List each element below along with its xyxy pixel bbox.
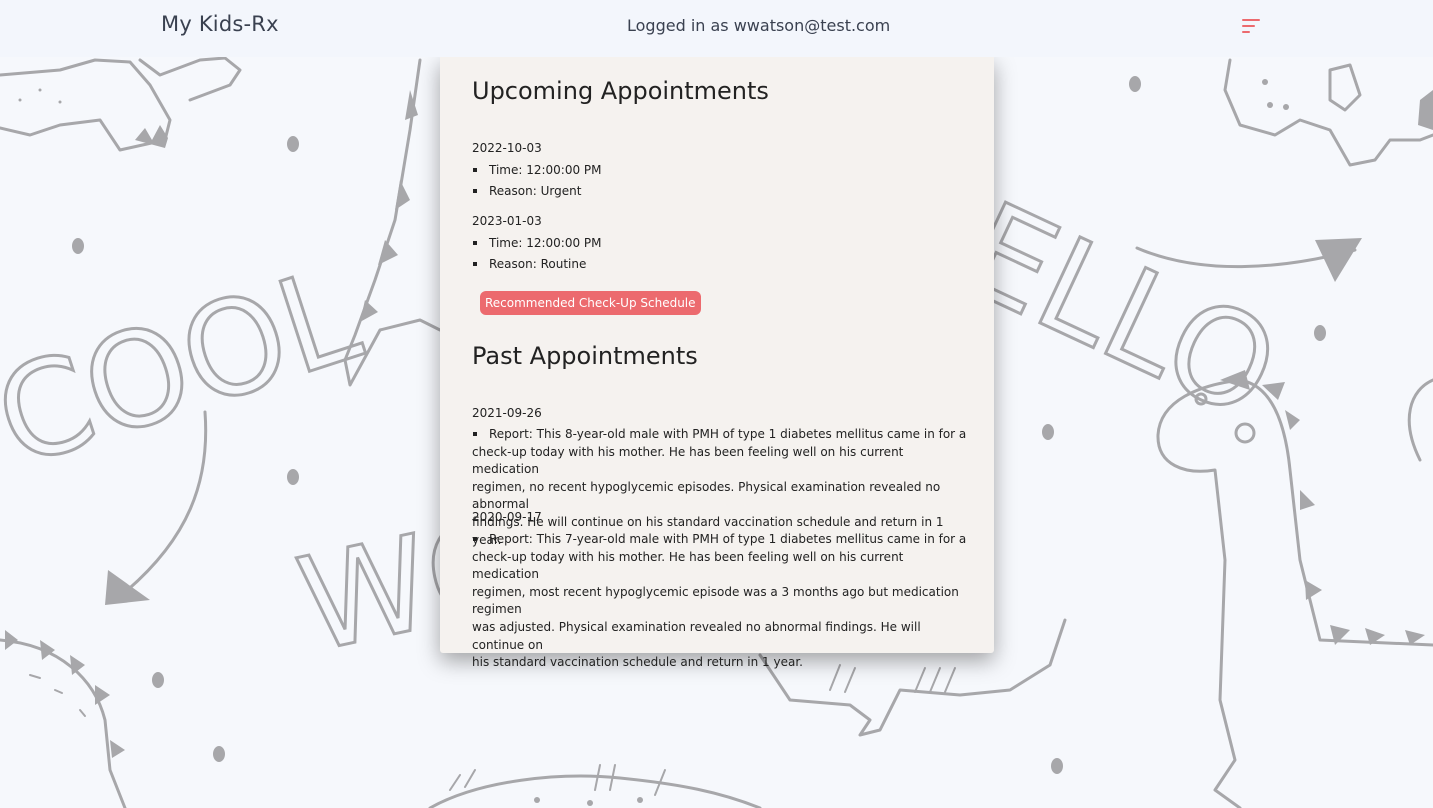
app-brand[interactable]: My Kids-Rx [161,12,279,36]
report-line: regimen, most recent hypoglycemic episod… [472,584,959,617]
report-line: Report: This 8-year-old male with PMH of… [472,426,967,444]
bullet-icon [473,188,477,193]
report-line: Report: This 7-year-old male with PMH of… [472,531,967,549]
appointment-reason-text: Reason: Routine [489,257,587,271]
menu-icon-line [1242,25,1255,27]
bullet-icon [473,240,477,245]
appointment-report: Report: This 7-year-old male with PMH of… [472,531,967,672]
appointment-reason-text: Reason: Urgent [489,184,582,198]
appointment-date: 2021-09-26 [472,406,542,420]
bullet-icon [473,167,477,172]
report-line: check-up today with his mother. He has b… [472,549,904,582]
appointment-reason: Reason: Urgent [472,183,967,201]
appointment-date: 2022-10-03 [472,141,542,155]
appointment-time: Time: 12:00:00 PM [472,235,967,253]
menu-icon-line [1242,19,1260,21]
appointment-date: 2020-09-17 [472,510,542,524]
appointment-time-text: Time: 12:00:00 PM [489,236,602,250]
appointment-reason: Reason: Routine [472,256,967,274]
bullet-icon [473,261,477,266]
menu-icon[interactable] [1238,16,1264,38]
top-navbar: My Kids-Rx Logged in as wwatson@test.com [0,0,1433,57]
appointment-time-text: Time: 12:00:00 PM [489,163,602,177]
background-cool-text: COOL [0,238,376,496]
bullet-icon [473,431,477,436]
upcoming-appointments-title: Upcoming Appointments [472,77,769,105]
bullet-icon [473,536,477,541]
report-line: check-up today with his mother. He has b… [472,444,904,477]
past-appointments-title: Past Appointments [472,342,698,370]
appointment-time: Time: 12:00:00 PM [472,162,967,180]
appointment-date: 2023-01-03 [472,214,542,228]
recommended-checkup-schedule-button[interactable]: Recommended Check-Up Schedule [480,291,701,315]
login-status: Logged in as wwatson@test.com [627,16,891,35]
report-text: Report: This 8-year-old male with PMH of… [489,427,967,441]
report-line: regimen, no recent hypoglycemic episodes… [472,479,941,512]
menu-icon-line [1242,31,1250,33]
report-line: his standard vaccination schedule and re… [472,655,803,670]
report-line: was adjusted. Physical examination revea… [472,619,921,652]
appointments-card: Upcoming Appointments 2022-10-03 Time: 1… [440,57,994,669]
report-text: Report: This 7-year-old male with PMH of… [489,532,967,546]
